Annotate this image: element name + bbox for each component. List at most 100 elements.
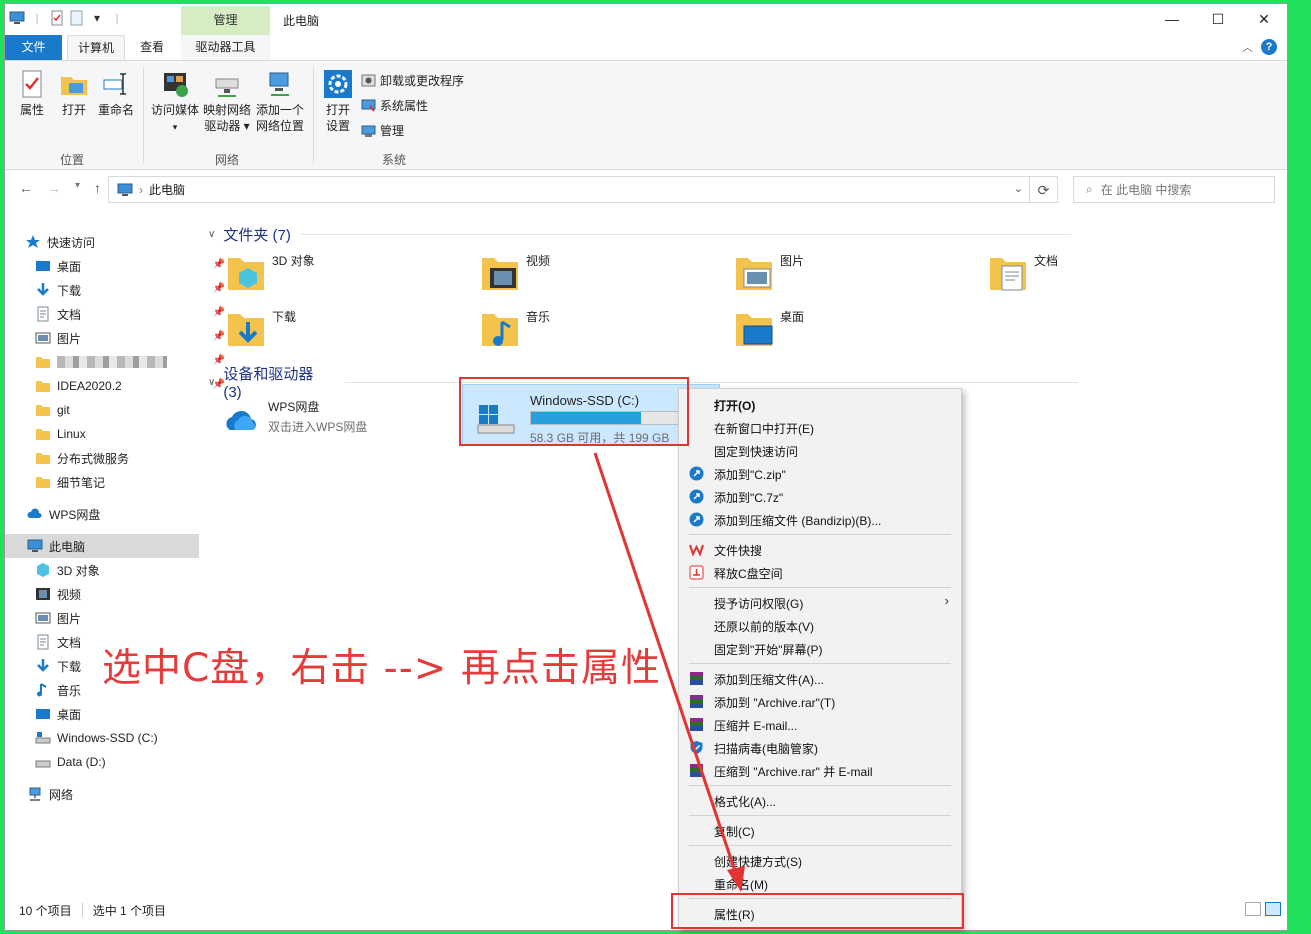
menu-item-free-c-space[interactable]: 释放C盘空间 [679,561,961,584]
nav-item-git[interactable]: git [35,398,229,422]
menu-item-format[interactable]: 格式化(A)... [679,789,961,812]
access-media-button[interactable]: 访问媒体 ▾ [148,69,202,135]
menu-item-add-archive[interactable]: 添加到压缩文件(A)... [679,667,961,690]
breadcrumb-this-pc[interactable]: 此电脑 [149,181,185,198]
uninstall-programs-button[interactable]: 卸载或更改程序 [361,72,464,89]
nav-wps-drive[interactable]: WPS网盘 [27,502,221,526]
nav-item-documents[interactable]: 文档 📌 [35,302,229,326]
folder-3d-objects[interactable]: 3D 对象 [226,252,315,292]
nav-network[interactable]: 网络 [27,782,221,806]
menu-item-add-bandizip[interactable]: 添加到压缩文件 (Bandizip)(B)... [679,508,961,531]
folder-downloads[interactable]: 下载 [226,308,296,348]
nav-label: 文档 [57,635,82,650]
menu-item-add-c7z[interactable]: 添加到"C.7z" [679,485,961,508]
new-folder-qat-icon[interactable] [69,10,85,26]
nav-this-pc[interactable]: 此电脑 [5,534,199,558]
tab-drive-tools[interactable]: 驱动器工具 [181,35,270,60]
refresh-button[interactable]: ⟳ [1030,176,1058,203]
wps-drive-item[interactable]: WPS网盘 双击进入WPS网盘 [222,398,367,438]
properties-qat-icon[interactable] [49,10,65,26]
close-button[interactable]: ✕ [1241,4,1287,35]
menu-item-wps-search[interactable]: 文件快搜 [679,538,961,561]
folder-documents[interactable]: 文档 [988,252,1058,292]
system-properties-button[interactable]: 系统属性 [361,97,428,114]
back-icon[interactable]: ← [19,180,33,196]
chevron-down-icon[interactable]: ▾ [89,10,105,26]
menu-separator [689,534,951,535]
nav-item-downloads[interactable]: 下载 📌 [35,278,229,302]
menu-item-restore-versions[interactable]: 还原以前的版本(V) [679,614,961,637]
nav-label: Windows-SSD (C:) [57,731,158,745]
map-drive-button[interactable]: 映射网络 驱动器 ▾ [202,69,252,134]
folder-music[interactable]: 音乐 [480,308,550,348]
folder-videos[interactable]: 视频 [480,252,550,292]
nav-label: 桌面 [57,259,82,274]
view-toggle [1245,902,1281,916]
menu-label: 添加到"C.7z" [714,491,784,505]
maximize-button[interactable]: ☐ [1195,4,1241,35]
nav-item-idea[interactable]: IDEA2020.2 📌 [35,374,229,398]
nav-pc-3d[interactable]: 3D 对象 [35,558,229,582]
menu-item-copy[interactable]: 复制(C) [679,819,961,842]
rename-ribbon-button[interactable]: 重命名 [95,69,137,118]
nav-item-blurred-folder[interactable]: 📌 [35,350,229,374]
nav-item-desktop[interactable]: 桌面 📌 [35,254,229,278]
menu-item-compress-rar-email[interactable]: 压缩到 "Archive.rar" 并 E-mail [679,759,961,782]
menu-item-pin-start[interactable]: 固定到"开始"屏幕(P) [679,637,961,660]
folder-desktop[interactable]: 桌面 [734,308,804,348]
cloud-icon [226,410,256,430]
folder-label: 图片 [780,254,805,268]
folders-section-header[interactable]: ∨ 文件夹 (7) [208,224,1078,245]
open-ribbon-button[interactable]: 打开 [57,69,91,118]
search-input[interactable]: ⌕ 在 此电脑 中搜索 [1073,176,1275,203]
tab-computer[interactable]: 计算机 [67,35,125,61]
chevron-down-icon[interactable]: ⌄ [1014,182,1023,195]
nav-item-notes[interactable]: 细节笔记 [35,470,229,494]
open-settings-button[interactable]: 打开 设置 [321,69,355,134]
menu-item-create-shortcut[interactable]: 创建快捷方式(S) [679,849,961,872]
menu-item-pin-quick-access[interactable]: 固定到快速访问 [679,439,961,462]
up-icon[interactable]: ↑ [94,180,101,196]
tab-view[interactable]: 查看 [131,35,173,60]
recent-dropdown-icon[interactable]: ▾ [75,180,80,196]
manage-button[interactable]: 管理 [361,122,404,139]
help-icon[interactable]: ? [1261,39,1277,55]
nav-pc-drive-c[interactable]: Windows-SSD (C:) [35,726,229,750]
pictures-icon [35,612,51,624]
menu-item-scan-virus[interactable]: 扫描病毒(电脑管家) [679,736,961,759]
properties-ribbon-button[interactable]: 属性 [15,69,49,118]
group-separator [313,67,314,163]
nav-item-pictures[interactable]: 图片 📌 [35,326,229,350]
details-view-icon[interactable] [1245,902,1261,916]
minimize-button[interactable]: — [1149,4,1195,35]
navigation-bar: ← → ▾ ↑ › 此电脑 ⌄ ⟳ ⌕ 在 此电脑 中搜索 [5,170,1287,208]
menu-item-compress-email[interactable]: 压缩并 E-mail... [679,713,961,736]
menu-item-rename[interactable]: 重命名(M) [679,872,961,895]
nav-pc-videos[interactable]: 视频 [35,582,229,606]
cleanup-icon [689,565,704,580]
nav-pc-desktop[interactable]: 桌面 [35,702,229,726]
nav-pc-pictures[interactable]: 图片 [35,606,229,630]
nav-item-microservices[interactable]: 分布式微服务 [35,446,229,470]
menu-item-open-new-window[interactable]: 在新窗口中打开(E) [679,416,961,439]
menu-item-grant-access[interactable]: 授予访问权限(G) › [679,591,961,614]
menu-item-open[interactable]: 打开(O) [679,393,961,416]
download-icon [37,659,49,672]
star-icon [26,235,40,248]
nav-item-linux[interactable]: Linux [35,422,229,446]
address-bar[interactable]: › 此电脑 ⌄ [108,176,1030,203]
menu-item-add-archive-rar[interactable]: 添加到 "Archive.rar"(T) [679,690,961,713]
menu-item-add-czip[interactable]: 添加到"C.zip" [679,462,961,485]
tiles-view-icon[interactable] [1265,902,1281,916]
item-count: 10 个项目 [19,903,72,918]
forward-icon[interactable]: → [47,180,61,196]
nav-quick-access[interactable]: 快速访问 [25,230,219,254]
menu-label: 添加到压缩文件 (Bandizip)(B)... [714,514,882,528]
nav-pc-drive-d[interactable]: Data (D:) [35,750,229,774]
system-properties-label: 系统属性 [380,99,429,113]
add-network-location-button[interactable]: 添加一个 网络位置 [254,69,306,134]
folder-pictures[interactable]: 图片 [734,252,804,292]
collapse-ribbon-icon[interactable]: ︿ [1242,39,1253,55]
tab-file[interactable]: 文件 [5,35,62,60]
access-media-label: 访问媒体 [150,103,199,117]
